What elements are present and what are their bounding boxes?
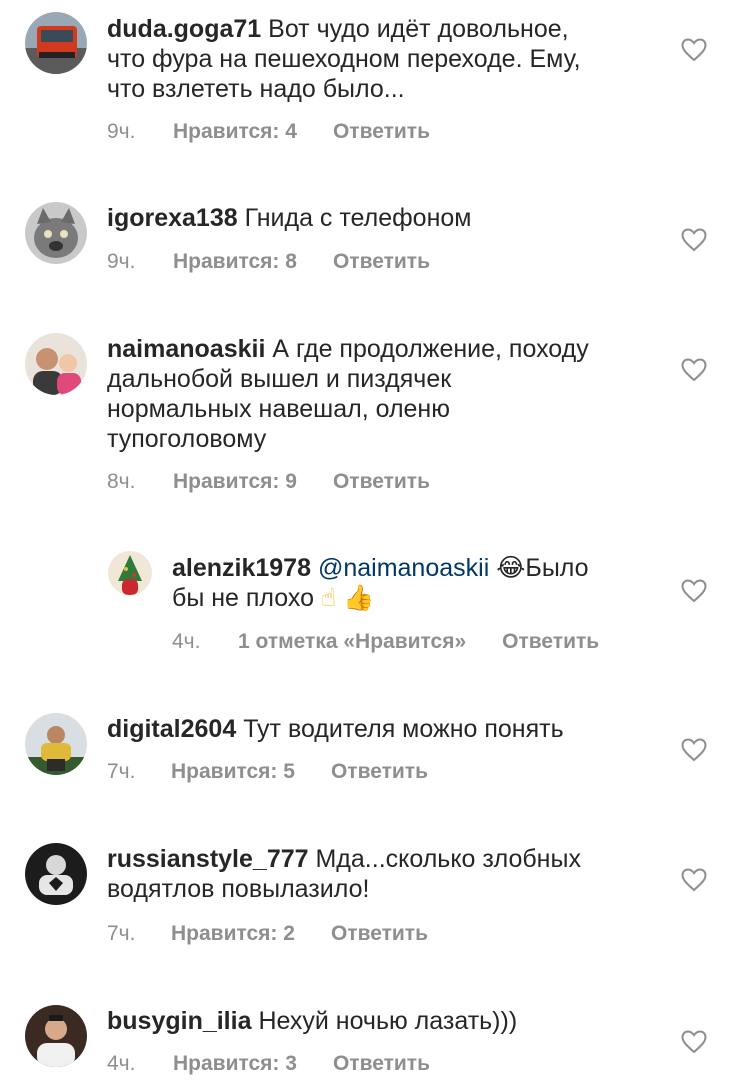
username[interactable]: igorexa138 (107, 204, 238, 232)
reply-button[interactable]: Ответить (331, 921, 428, 947)
avatar[interactable] (25, 843, 87, 905)
comment-meta: 4ч. 1 отметка «Нравится» Ответить (172, 629, 599, 655)
username[interactable]: duda.goga71 (107, 15, 261, 43)
portrait-avatar-icon (25, 1005, 87, 1067)
comment-text: Вот чудо идёт довольное, (268, 15, 569, 43)
comment-text: тупоголовому (107, 425, 267, 453)
like-heart-button[interactable] (681, 868, 707, 892)
like-heart-button[interactable] (681, 1030, 707, 1054)
comment-meta: 8ч. Нравится: 9 Ответить (107, 469, 430, 495)
heart-icon (681, 1030, 707, 1054)
reply-button[interactable]: Ответить (333, 249, 430, 275)
reply-button[interactable]: Ответить (333, 119, 430, 145)
logo-avatar-icon (25, 843, 87, 905)
reply-button[interactable]: Ответить (333, 469, 430, 495)
likes-count-button[interactable]: Нравится: 5 (171, 759, 295, 785)
likes-count-button[interactable]: Нравится: 9 (173, 469, 297, 495)
christmas-tree-avatar-icon (108, 551, 152, 595)
avatar[interactable] (25, 1005, 87, 1067)
mention-link[interactable]: @naimanoaskii (318, 554, 489, 582)
laughing-emoji-icon: 😂 (496, 553, 526, 582)
like-heart-button[interactable] (681, 228, 707, 252)
comment-meta: 9ч. Нравится: 4 Ответить (107, 119, 430, 145)
timestamp: 9ч. (107, 250, 136, 273)
likes-count-button[interactable]: 1 отметка «Нравится» (238, 629, 466, 655)
people-avatar-icon (25, 333, 87, 395)
like-heart-button[interactable] (681, 579, 707, 603)
comment-text: нормальных навешал, оленю (107, 395, 450, 423)
truck-avatar-icon (25, 12, 87, 74)
cat-avatar-icon (25, 202, 87, 264)
comment-text: А где продолжение, походу (272, 335, 589, 363)
timestamp: 7ч. (107, 922, 136, 945)
man-avatar-icon (25, 713, 87, 775)
avatar[interactable] (108, 551, 152, 595)
comment-meta: 9ч. Нравится: 8 Ответить (107, 249, 430, 275)
reply-button[interactable]: Ответить (333, 1051, 430, 1077)
avatar[interactable] (25, 713, 87, 775)
likes-count-button[interactable]: Нравится: 4 (173, 119, 297, 145)
heart-icon (681, 228, 707, 252)
thumbs-up-emoji-icon: 👍 (343, 583, 375, 612)
avatar[interactable] (25, 202, 87, 264)
likes-count-button[interactable]: Нравится: 3 (173, 1051, 297, 1077)
heart-icon (681, 738, 707, 762)
comment-text: что фура на пешеходном переходе. Ему, (107, 45, 581, 73)
heart-icon (681, 579, 707, 603)
timestamp: 4ч. (107, 1052, 136, 1075)
timestamp: 9ч. (107, 120, 136, 143)
comment-meta: 7ч. Нравится: 5 Ответить (107, 759, 428, 785)
avatar[interactable] (25, 12, 87, 74)
comment-text: бы не плохо (172, 584, 315, 612)
likes-count-button[interactable]: Нравится: 8 (173, 249, 297, 275)
comment-meta: 7ч. Нравится: 2 Ответить (107, 921, 428, 947)
like-heart-button[interactable] (681, 358, 707, 382)
heart-icon (681, 38, 707, 62)
timestamp: 4ч. (172, 630, 201, 653)
username[interactable]: russianstyle_777 (107, 845, 309, 873)
comment-meta: 4ч. Нравится: 3 Ответить (107, 1051, 430, 1077)
comment-text: Было (525, 554, 589, 582)
comment-text: Мда...сколько злобных (315, 845, 581, 873)
comment-text: водятлов повылазило! (107, 875, 370, 903)
reply-button[interactable]: Ответить (331, 759, 428, 785)
comment-text: Тут водителя можно понять (243, 715, 564, 743)
pointing-up-emoji-icon: ☝ (321, 583, 337, 612)
heart-icon (681, 358, 707, 382)
comment-text: Нехуй ночью лазать))) (258, 1007, 518, 1035)
username[interactable]: busygin_ilia (107, 1007, 251, 1035)
comment-text: дальнобой вышел и пиздячек (107, 365, 452, 393)
comment-text: Гнида с телефоном (244, 204, 472, 232)
comment-text: что взлететь надо было... (107, 75, 405, 103)
timestamp: 7ч. (107, 760, 136, 783)
like-heart-button[interactable] (681, 738, 707, 762)
username[interactable]: naimanoaskii (107, 335, 265, 363)
username[interactable]: alenzik1978 (172, 554, 311, 582)
avatar[interactable] (25, 333, 87, 395)
likes-count-button[interactable]: Нравится: 2 (171, 921, 295, 947)
like-heart-button[interactable] (681, 38, 707, 62)
reply-button[interactable]: Ответить (502, 629, 599, 655)
heart-icon (681, 868, 707, 892)
username[interactable]: digital2604 (107, 715, 236, 743)
timestamp: 8ч. (107, 470, 136, 493)
